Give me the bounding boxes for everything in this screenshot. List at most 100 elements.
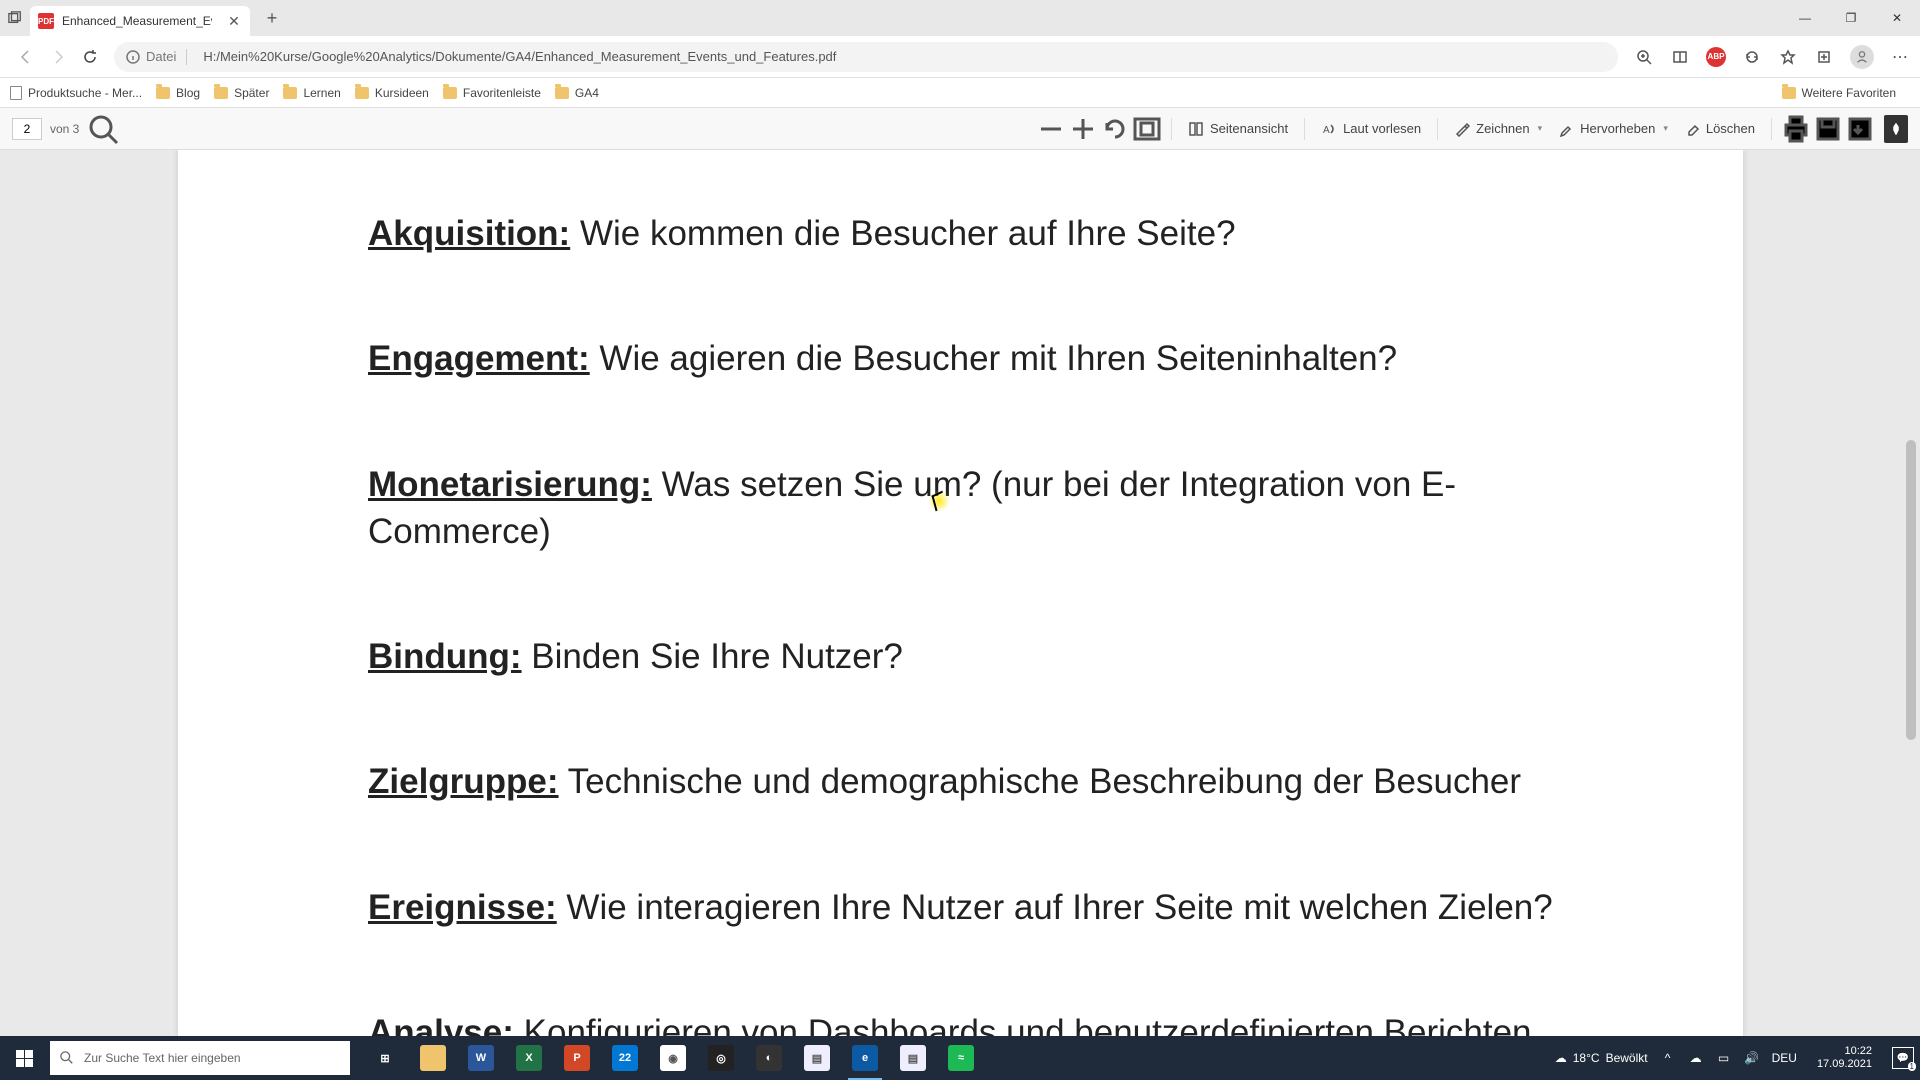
scrollbar[interactable]	[1904, 150, 1918, 1036]
document-entry: Akquisition: Wie kommen die Besucher auf…	[368, 210, 1553, 257]
search-placeholder: Zur Suche Text hier eingeben	[84, 1051, 241, 1065]
bookmark-item[interactable]: Favoritenleiste	[443, 86, 541, 100]
entry-term: Zielgruppe:	[368, 762, 559, 801]
zoom-out-icon[interactable]	[1035, 113, 1067, 145]
favorites-icon[interactable]	[1778, 47, 1798, 67]
erase-button[interactable]: Löschen	[1684, 121, 1755, 137]
address-bar-row: Datei H:/Mein%20Kurse/Google%20Analytics…	[0, 36, 1920, 78]
clock-time: 10:22	[1817, 1045, 1872, 1058]
document-entry: Monetarisierung: Was setzen Sie um? (nur…	[368, 461, 1553, 556]
back-button[interactable]	[10, 41, 42, 73]
folder-icon	[443, 87, 457, 99]
pdf-viewport[interactable]: Akquisition: Wie kommen die Besucher auf…	[0, 150, 1920, 1036]
app-icon: ≈	[948, 1045, 974, 1071]
document-entry: Analyse: Konfigurieren von Dashboards un…	[368, 1009, 1553, 1036]
zoom-icon[interactable]	[1634, 47, 1654, 67]
notifications-icon[interactable]: 💬1	[1892, 1047, 1914, 1069]
bookmark-item[interactable]: Blog	[156, 86, 200, 100]
read-mode-icon[interactable]	[1670, 47, 1690, 67]
volume-icon[interactable]: 🔊	[1744, 1050, 1760, 1066]
taskbar-app-notepad-2[interactable]: ▤	[890, 1036, 936, 1080]
close-window-button[interactable]: ✕	[1874, 0, 1920, 36]
clock[interactable]: 10:22 17.09.2021	[1809, 1045, 1880, 1071]
taskbar-apps: ⊞WXP22◉◎◐▤e▤≈	[362, 1036, 984, 1080]
save-icon[interactable]	[1812, 113, 1844, 145]
find-icon[interactable]	[87, 113, 119, 145]
bookmark-item[interactable]: Später	[214, 86, 269, 100]
pdf-toolbar: von 3 Seitenansicht A Laut vorlesen Zeic…	[0, 108, 1920, 150]
draw-button[interactable]: Zeichnen ▾	[1454, 121, 1542, 137]
entry-text: Konfigurieren von Dashboards und benutze…	[514, 1013, 1532, 1036]
bookmark-label: Kursideen	[375, 86, 429, 100]
document-entry: Ereignisse: Wie interagieren Ihre Nutzer…	[368, 884, 1553, 931]
taskbar-app-spotify[interactable]: ≈	[938, 1036, 984, 1080]
print-icon[interactable]	[1780, 113, 1812, 145]
rotate-icon[interactable]	[1099, 113, 1131, 145]
address-field[interactable]: Datei H:/Mein%20Kurse/Google%20Analytics…	[114, 42, 1618, 72]
app-icon: X	[516, 1045, 542, 1071]
pdf-favicon: PDF	[38, 13, 54, 29]
start-button[interactable]	[0, 1036, 48, 1080]
adblock-icon[interactable]: ABP	[1706, 47, 1726, 67]
forward-button[interactable]	[42, 41, 74, 73]
bookmark-item[interactable]: Lernen	[283, 86, 340, 100]
entry-text: Wie kommen die Besucher auf Ihre Seite?	[570, 214, 1235, 253]
page-view-button[interactable]: Seitenansicht	[1188, 121, 1288, 137]
browser-tab[interactable]: PDF Enhanced_Measurement_Events ✕	[30, 6, 250, 36]
fit-page-icon[interactable]	[1131, 113, 1163, 145]
bookmark-label: GA4	[575, 86, 599, 100]
taskbar-app-word[interactable]: W	[458, 1036, 504, 1080]
new-tab-button[interactable]: +	[258, 4, 286, 32]
reload-button[interactable]	[74, 41, 106, 73]
taskbar-search[interactable]: Zur Suche Text hier eingeben	[50, 1041, 350, 1075]
app-icon: 22	[612, 1045, 638, 1071]
taskbar-app-chrome[interactable]: ◉	[650, 1036, 696, 1080]
entry-text: Wie interagieren Ihre Nutzer auf Ihrer S…	[557, 888, 1553, 927]
onedrive-icon[interactable]: ☁	[1688, 1050, 1704, 1066]
zoom-in-icon[interactable]	[1067, 113, 1099, 145]
weather-desc: Bewölkt	[1606, 1051, 1648, 1065]
taskbar-app-notepad-1[interactable]: ▤	[794, 1036, 840, 1080]
taskbar-app-explorer[interactable]	[410, 1036, 456, 1080]
info-icon	[126, 50, 140, 64]
close-tab-icon[interactable]: ✕	[226, 13, 242, 29]
bookmark-item[interactable]: GA4	[555, 86, 599, 100]
pin-toolbar-icon[interactable]	[1884, 115, 1908, 143]
taskbar-app-edge[interactable]: e	[842, 1036, 888, 1080]
scroll-thumb[interactable]	[1906, 440, 1916, 740]
bookmark-item[interactable]: Kursideen	[355, 86, 429, 100]
minimize-button[interactable]: —	[1782, 0, 1828, 36]
taskbar-app-task-view[interactable]: ⊞	[362, 1036, 408, 1080]
maximize-button[interactable]: ❐	[1828, 0, 1874, 36]
taskbar-app-mail[interactable]: 22	[602, 1036, 648, 1080]
draw-label: Zeichnen	[1476, 121, 1529, 136]
system-tray: ☁ 18°C Bewölkt ^ ☁ ▭ 🔊 DEU 10:22 17.09.2…	[1555, 1045, 1920, 1071]
bookmark-item[interactable]: Produktsuche - Mer...	[10, 86, 142, 100]
chevron-down-icon: ▾	[1663, 123, 1668, 134]
entry-text: Technische und demographische Beschreibu…	[559, 762, 1521, 801]
language-indicator[interactable]: DEU	[1772, 1051, 1797, 1065]
entry-term: Analyse:	[368, 1013, 514, 1036]
sync-icon[interactable]	[1742, 47, 1762, 67]
menu-icon[interactable]: ⋯	[1890, 47, 1910, 67]
entry-text: Binden Sie Ihre Nutzer?	[522, 637, 903, 676]
taskbar-app-obs[interactable]: ◎	[698, 1036, 744, 1080]
bookmark-label: Favoritenleiste	[463, 86, 541, 100]
entry-term: Engagement:	[368, 339, 590, 378]
taskbar-app-powerpoint[interactable]: P	[554, 1036, 600, 1080]
bookmark-overflow[interactable]: Weitere Favoriten	[1782, 86, 1896, 100]
tab-actions-icon[interactable]	[6, 9, 24, 27]
profile-avatar[interactable]	[1850, 45, 1874, 69]
page-count-label: von 3	[50, 122, 79, 136]
taskbar-app-app-orange[interactable]: ◐	[746, 1036, 792, 1080]
network-icon[interactable]: ▭	[1716, 1050, 1732, 1066]
tray-chevron-icon[interactable]: ^	[1660, 1050, 1676, 1066]
page-number-input[interactable]	[12, 118, 42, 140]
read-aloud-button[interactable]: A Laut vorlesen	[1321, 121, 1421, 137]
entry-term: Akquisition:	[368, 214, 570, 253]
taskbar-app-excel[interactable]: X	[506, 1036, 552, 1080]
highlight-button[interactable]: Hervorheben ▾	[1558, 121, 1668, 137]
weather-widget[interactable]: ☁ 18°C Bewölkt	[1555, 1051, 1648, 1065]
collections-icon[interactable]	[1814, 47, 1834, 67]
save-as-icon[interactable]	[1844, 113, 1876, 145]
